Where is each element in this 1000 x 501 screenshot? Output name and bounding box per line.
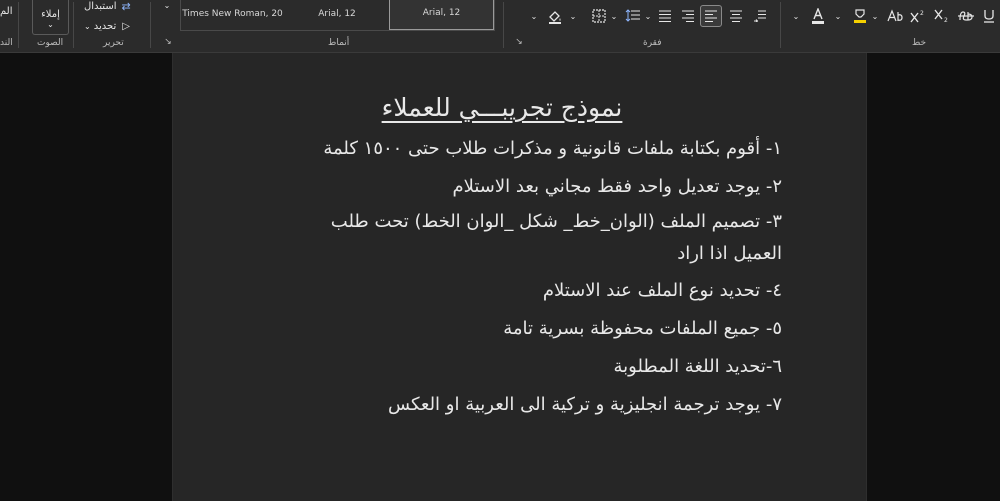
justify-icon[interactable] xyxy=(655,6,675,26)
chevron-down-icon[interactable]: ⌄ xyxy=(528,9,540,23)
style-item-arial[interactable]: Arial, 12 xyxy=(285,0,389,30)
document-body[interactable]: نموذج تجريبـــي للعملاء ١- أقوم بكتابة م… xyxy=(222,93,782,424)
select-button[interactable]: ⌄ تحديد ▷ xyxy=(84,18,140,34)
list-item: ٥- جميع الملفات محفوظة بسرية تامة xyxy=(503,318,782,339)
chevron-down-icon[interactable]: ⌄ xyxy=(609,9,619,23)
replace-label: استبدال xyxy=(84,0,117,12)
align-left-icon[interactable] xyxy=(700,5,722,27)
partial-ribbon-label: الم xyxy=(0,6,13,17)
font-group-label: خط xyxy=(912,38,927,48)
voice-group-label: الصوت xyxy=(37,38,64,48)
ribbon-separator xyxy=(18,2,19,48)
superscript-icon[interactable]: 2 xyxy=(908,6,928,26)
align-right-icon[interactable] xyxy=(678,6,698,26)
ribbon-separator xyxy=(503,2,504,48)
dialog-launcher-icon[interactable]: ↘ xyxy=(163,37,173,47)
styles-more-button[interactable]: ⌄ xyxy=(160,0,174,10)
list-item: ٣- تصميم الملف (الوان_خط_ شكل _الوان الخ… xyxy=(330,211,782,264)
styles-gallery: Times New Roman, 20 Arial, 12 Arial, 12 xyxy=(180,0,495,31)
style-item-arial-selected[interactable]: Arial, 12 xyxy=(389,0,494,30)
dictate-button[interactable]: إملاء ⌄ xyxy=(32,0,69,35)
svg-text:2: 2 xyxy=(920,10,924,17)
underline-icon[interactable] xyxy=(979,6,999,26)
dialog-launcher-icon[interactable]: ↘ xyxy=(514,37,524,47)
editing-group-label: تحرير xyxy=(103,38,124,48)
ribbon-separator xyxy=(150,2,151,48)
document-page[interactable]: نموذج تجريبـــي للعملاء ١- أقوم بكتابة م… xyxy=(172,53,867,501)
line-spacing-icon[interactable] xyxy=(623,6,643,26)
ribbon: الم الند إملاء ⌄ الصوت استبدال ⇄ ⌄ تحديد… xyxy=(0,0,1000,53)
styles-group-label: أنماط xyxy=(328,38,350,48)
chevron-down-icon: ⌄ xyxy=(47,20,54,29)
ribbon-separator xyxy=(73,2,74,48)
list-item: ٧- يوجد ترجمة انجليزية و تركية الى العرب… xyxy=(388,394,782,415)
borders-icon[interactable] xyxy=(589,6,609,26)
partial-group-label: الند xyxy=(0,38,13,48)
list-item: ٦-تحديد اللغة المطلوبة xyxy=(613,356,783,377)
document-title: نموذج تجريبـــي للعملاء xyxy=(381,93,623,122)
chevron-down-icon[interactable]: ⌄ xyxy=(643,9,653,23)
chevron-down-icon: ⌄ xyxy=(84,21,91,31)
cursor-arrow-icon: ▷ xyxy=(122,20,130,32)
paragraph-group-label: فقرة xyxy=(643,38,662,48)
strikethrough-icon[interactable] xyxy=(956,6,976,26)
replace-icon: ⇄ xyxy=(121,0,131,13)
highlight-icon[interactable] xyxy=(850,5,870,27)
chevron-down-icon[interactable]: ⌄ xyxy=(832,9,844,23)
font-color-icon[interactable] xyxy=(808,5,828,27)
svg-text:2: 2 xyxy=(944,17,948,23)
workspace-right xyxy=(865,53,1000,501)
list-item: ٤- تحديد نوع الملف عند الاستلام xyxy=(542,280,782,301)
list-item: ٢- يوجد تعديل واحد فقط مجاني بعد الاستلا… xyxy=(452,176,782,197)
subscript-icon[interactable]: 2 xyxy=(932,6,952,26)
dictate-label: إملاء xyxy=(41,9,60,20)
text-effects-icon[interactable] xyxy=(885,6,905,26)
ribbon-separator xyxy=(780,2,781,48)
workspace-left xyxy=(0,53,172,501)
chevron-down-icon[interactable]: ⌄ xyxy=(790,9,802,23)
replace-button[interactable]: استبدال ⇄ xyxy=(84,0,140,13)
rtl-direction-icon[interactable] xyxy=(750,6,770,26)
chevron-down-icon[interactable]: ⌄ xyxy=(870,9,880,23)
list-item: ١- أقوم بكتابة ملفات قانونية و مذكرات طل… xyxy=(323,138,782,159)
shading-icon[interactable] xyxy=(545,6,565,26)
chevron-down-icon[interactable]: ⌄ xyxy=(568,9,578,23)
align-center-icon[interactable] xyxy=(726,6,746,26)
select-label: تحديد xyxy=(93,20,117,32)
style-item-times-new-roman[interactable]: Times New Roman, 20 xyxy=(181,0,284,30)
